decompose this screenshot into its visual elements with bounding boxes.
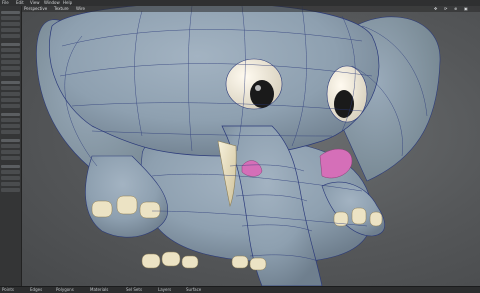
tool-button[interactable] <box>1 16 20 20</box>
viewport-wire-toggle[interactable]: Wire <box>76 6 85 12</box>
toenail <box>181 255 199 269</box>
toenail <box>139 201 161 219</box>
tool-button[interactable] <box>1 150 20 154</box>
rotate-icon[interactable]: ⟳ <box>444 6 447 12</box>
tool-button[interactable] <box>1 48 20 52</box>
tool-button[interactable] <box>1 176 20 180</box>
tab-sel-sets[interactable]: Sel Sets <box>126 287 142 293</box>
tool-sidebar <box>0 6 22 286</box>
tool-button[interactable] <box>1 60 20 64</box>
toenail <box>141 253 161 269</box>
tool-button[interactable] <box>1 156 20 160</box>
tool-group-utilities[interactable] <box>1 165 20 168</box>
tool-button[interactable] <box>1 188 20 192</box>
tool-button[interactable] <box>1 72 20 76</box>
tool-group-modify[interactable] <box>1 43 20 46</box>
tab-surface[interactable]: Surface <box>186 287 201 293</box>
toenail <box>249 257 267 271</box>
tool-button[interactable] <box>1 144 20 148</box>
viewport-shading-dropdown[interactable]: Texture <box>54 6 69 12</box>
tool-button[interactable] <box>1 92 20 96</box>
tool-button[interactable] <box>1 66 20 70</box>
toenail <box>91 200 113 218</box>
tool-button[interactable] <box>1 86 20 90</box>
tool-button[interactable] <box>1 22 20 26</box>
viewport-view-dropdown[interactable]: Perspective <box>24 6 47 12</box>
tool-button[interactable] <box>1 54 20 58</box>
tool-group-detail[interactable] <box>1 81 20 84</box>
tool-button[interactable] <box>1 182 20 186</box>
tool-button[interactable] <box>1 104 20 108</box>
toenail <box>351 207 367 225</box>
tool-button[interactable] <box>1 124 20 128</box>
tab-points[interactable]: Points <box>2 287 14 293</box>
tab-polygons[interactable]: Polygons <box>56 287 74 293</box>
maximize-icon[interactable]: ▣ <box>464 6 468 12</box>
modeler-app-window: File Edit View Window Help Perspective T… <box>0 0 480 293</box>
viewport-header: Perspective Texture Wire ✥ ⟳ ⊕ ▣ <box>22 6 480 12</box>
toenail <box>161 251 181 267</box>
move-icon[interactable]: ✥ <box>434 6 437 12</box>
zoom-icon[interactable]: ⊕ <box>454 6 457 12</box>
3d-viewport[interactable]: Perspective Texture Wire ✥ ⟳ ⊕ ▣ <box>22 6 480 286</box>
toenail <box>231 255 249 269</box>
tool-button[interactable] <box>1 170 20 174</box>
tool-group-setup[interactable] <box>1 139 20 142</box>
tab-layers[interactable]: Layers <box>158 287 171 293</box>
tool-group-create[interactable] <box>1 11 20 14</box>
tool-button[interactable] <box>1 28 20 32</box>
right-pupil <box>334 90 354 118</box>
tool-button[interactable] <box>1 98 20 102</box>
tab-materials[interactable]: Materials <box>90 287 108 293</box>
tool-button[interactable] <box>1 130 20 134</box>
toenail <box>369 211 383 227</box>
tool-group-map[interactable] <box>1 113 20 116</box>
tab-edges[interactable]: Edges <box>30 287 42 293</box>
tool-button[interactable] <box>1 34 20 38</box>
toenail <box>116 195 138 215</box>
left-pupil <box>250 80 274 108</box>
tool-button[interactable] <box>1 118 20 122</box>
elephant-model <box>36 6 441 286</box>
